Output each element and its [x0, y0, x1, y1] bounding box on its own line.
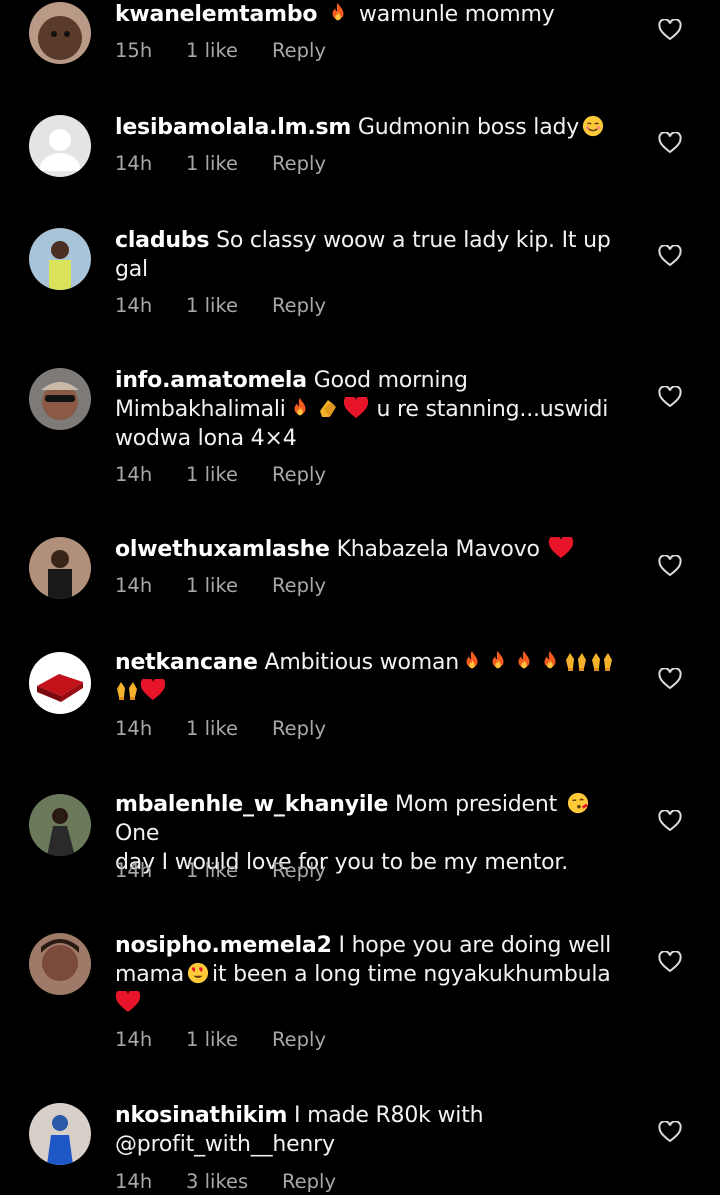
red-heart-emoji-icon [343, 397, 369, 419]
reply-button[interactable]: Reply [272, 859, 326, 882]
red-heart-emoji-icon [141, 679, 165, 701]
comment-text: Mimbakhalimali [115, 397, 286, 422]
comment-likes[interactable]: 3 likes [186, 1170, 282, 1193]
comment-time: 14h [115, 294, 153, 317]
reply-button[interactable]: Reply [272, 152, 326, 175]
comment-text: wamunle mommy [358, 2, 555, 27]
username[interactable]: lesibamolala.lm.sm [115, 115, 351, 140]
comment-text: Gudmonin boss lady [357, 115, 580, 140]
comment-time: 14h [115, 574, 153, 597]
comment-likes[interactable]: 1 like [186, 1028, 272, 1051]
comment-text: Good morning [313, 368, 468, 393]
red-heart-emoji-icon [115, 991, 141, 1013]
like-heart-icon[interactable] [658, 386, 682, 408]
reply-button[interactable]: Reply [272, 717, 326, 740]
comment-time: 14h [115, 1028, 153, 1051]
comment-time: 14h [115, 152, 153, 175]
reply-button[interactable]: Reply [272, 294, 326, 317]
comment-text: gal [115, 257, 148, 282]
reply-button[interactable]: Reply [272, 1028, 326, 1051]
fire-emoji-icon [512, 650, 536, 672]
comment-text: So classy woow a true lady kip. It up [216, 228, 611, 253]
avatar[interactable] [29, 933, 91, 995]
fire-emoji-icon [486, 650, 510, 672]
username[interactable]: nosipho.memela2 [115, 933, 332, 958]
comment-time: 14h [115, 717, 153, 740]
avatar[interactable] [29, 652, 91, 714]
heart-eyes-emoji-icon [185, 962, 211, 984]
username[interactable]: info.amatomela [115, 368, 307, 393]
fire-emoji-icon [538, 650, 562, 672]
comment-likes[interactable]: 1 like [186, 717, 272, 740]
comment-likes[interactable]: 1 like [186, 294, 272, 317]
comment-likes[interactable]: 1 like [186, 463, 272, 486]
reply-button[interactable]: Reply [272, 463, 326, 486]
comment-likes[interactable]: 1 like [186, 39, 272, 62]
comment-likes[interactable]: 1 like [186, 574, 272, 597]
username[interactable]: kwanelemtambo [115, 2, 318, 27]
like-heart-icon[interactable] [658, 245, 682, 267]
comment-time: 14h [115, 859, 153, 882]
avatar[interactable] [29, 794, 91, 856]
avatar[interactable] [29, 228, 91, 290]
reply-button[interactable]: Reply [282, 1170, 336, 1193]
comment-text: Khabazela Mavovo [336, 537, 540, 562]
clap-emoji-icon [315, 397, 341, 419]
username[interactable]: netkancane [115, 650, 258, 675]
fire-emoji-icon [325, 2, 351, 24]
smile-emoji-icon [580, 115, 606, 137]
username[interactable]: mbalenhle_w_khanyile [115, 792, 388, 817]
avatar[interactable] [29, 368, 91, 430]
avatar[interactable] [29, 1103, 91, 1165]
comment-text: wodwa lona 4×4 [115, 426, 297, 451]
comment-likes[interactable]: 1 like [186, 859, 272, 882]
raised-hands-emoji-icon [590, 650, 614, 672]
like-heart-icon[interactable] [658, 951, 682, 973]
reply-button[interactable]: Reply [272, 574, 326, 597]
comment-text: u re stanning...uswidi [376, 397, 609, 422]
fire-emoji-icon [287, 397, 313, 419]
comment-text: I hope you are doing well [338, 933, 612, 958]
username[interactable]: cladubs [115, 228, 209, 253]
username[interactable]: nkosinathikim [115, 1103, 287, 1128]
avatar[interactable] [29, 2, 91, 64]
comment-text: One [115, 821, 160, 846]
kiss-emoji-icon [565, 792, 591, 814]
comment-text: mama [115, 962, 185, 987]
avatar[interactable] [29, 537, 91, 599]
comment-text: Mom president [395, 792, 558, 817]
comment-time: 14h [115, 463, 153, 486]
comment-time: 14h [115, 1170, 153, 1193]
red-heart-emoji-icon [548, 537, 574, 559]
fire-emoji-icon [460, 650, 484, 672]
like-heart-icon[interactable] [658, 1121, 682, 1143]
avatar[interactable] [29, 115, 91, 177]
comment-text[interactable]: @profit_with__henry [115, 1132, 335, 1157]
comment-likes[interactable]: 1 like [186, 152, 272, 175]
comment-text: I made R80k with [293, 1103, 484, 1128]
like-heart-icon[interactable] [658, 555, 682, 577]
raised-hands-emoji-icon [564, 650, 588, 672]
like-heart-icon[interactable] [658, 810, 682, 832]
like-heart-icon[interactable] [658, 132, 682, 154]
comment-text: Ambitious woman [264, 650, 460, 675]
raised-hands-emoji-icon [115, 679, 139, 701]
like-heart-icon[interactable] [658, 668, 682, 690]
username[interactable]: olwethuxamlashe [115, 537, 330, 562]
comment-time: 15h [115, 39, 153, 62]
like-heart-icon[interactable] [658, 19, 682, 41]
comment-text: it been a long time ngyakukhumbula [212, 962, 611, 987]
reply-button[interactable]: Reply [272, 39, 326, 62]
